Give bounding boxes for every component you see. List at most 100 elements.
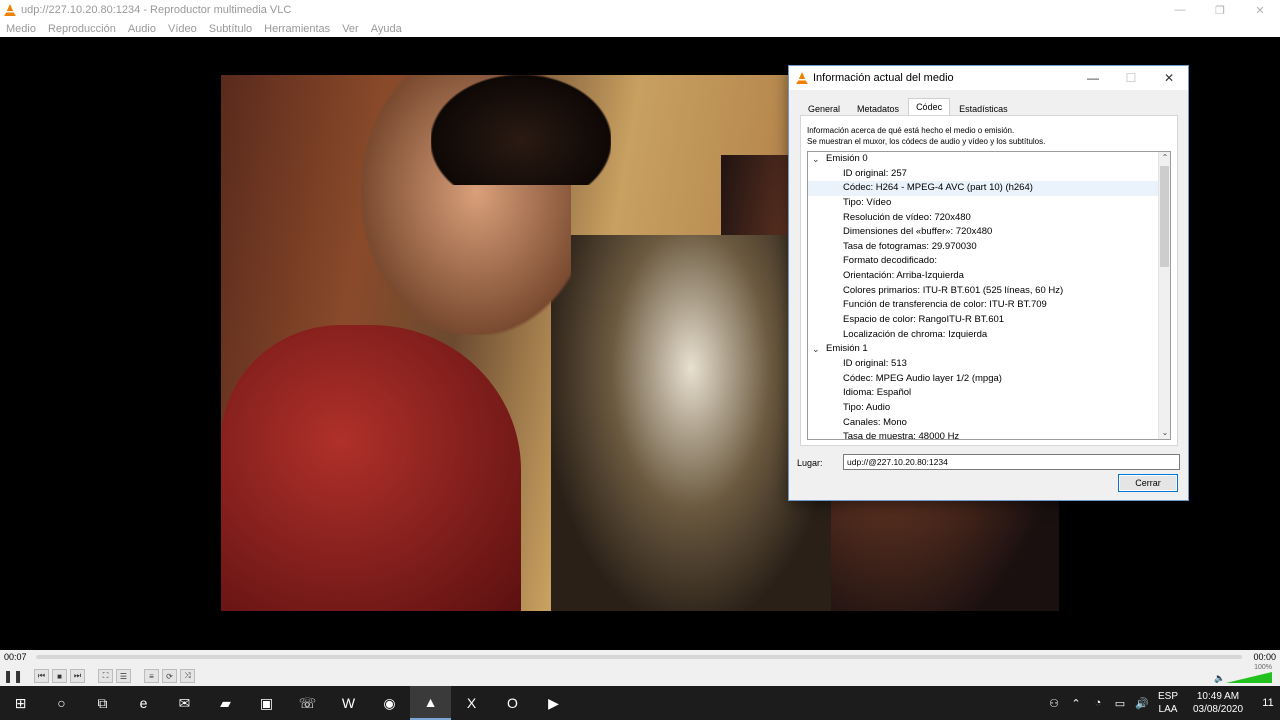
tree-rows: ⌄ Emisión 0 ID original: 257 Códec: H264 - … [808,152,1158,440]
clock[interactable]: 10:49 AM 03/08/2020 [1190,690,1246,716]
tree-item[interactable]: Tasa de muestra: 48000 Hz [808,430,1158,440]
dialog-title: Información actual del medio [813,72,954,84]
tree-scrollbar[interactable]: ⌃ ⌄ [1158,152,1170,439]
tree-group[interactable]: ⌄ Emisión 1 [808,342,1158,357]
tree-item-label: Formato decodificado: [843,255,937,267]
tree-item[interactable]: Códec: MPEG Audio layer 1/2 (mpga) [808,372,1158,387]
task-view-icon[interactable]: ⧉ [82,686,123,720]
tree-item[interactable]: Orientación: Arriba-Izquierda [808,269,1158,284]
media-info-dialog: Información actual del medio — ☐ ✕ Gener… [788,65,1189,501]
dialog-close-icon[interactable]: ✕ [1150,66,1188,90]
tab-codec[interactable]: Códec [908,98,951,116]
location-field[interactable] [843,454,1180,470]
minimize-button[interactable]: — [1160,0,1200,20]
tree-item[interactable]: Colores primarios: ITU-R BT.601 (525 lín… [808,284,1158,299]
fullscreen-button[interactable]: ⛶ [98,669,113,683]
tree-item[interactable]: Tipo: Vídeo [808,196,1158,211]
vlc-icon[interactable]: ▲ [410,686,451,720]
tree-item[interactable]: Dimensiones del «buffer»: 720x480 [808,225,1158,240]
scroll-up-icon[interactable]: ⌃ [1159,152,1170,164]
tree-item[interactable]: Resolución de vídeo: 720x480 [808,211,1158,226]
close-button[interactable]: Cerrar [1118,474,1178,492]
people-icon[interactable]: ⚇ [1044,697,1064,710]
menu-video[interactable]: Vídeo [168,23,197,35]
outlook-icon[interactable]: O [492,686,533,720]
tree-group[interactable]: ⌄ Emisión 0 [808,152,1158,167]
phone-app-icon[interactable]: ☏ [287,686,328,720]
loop-button[interactable]: ⟳ [162,669,177,683]
tree-item-label: ID original: 513 [843,357,907,369]
volume-slider[interactable]: 🔈 [1214,669,1274,684]
menu-ver[interactable]: Ver [342,23,359,35]
network-icon[interactable]: ◔ [1088,697,1108,709]
scroll-down-icon[interactable]: ⌄ [1159,427,1170,439]
screen: udp://227.10.20.80:1234 - Reproductor mu… [0,0,1280,720]
menu-ayuda[interactable]: Ayuda [371,23,402,35]
tree-item[interactable]: Tipo: Audio [808,401,1158,416]
tree-item-label: Códec: H264 - MPEG-4 AVC (part 10) (h264… [843,182,1033,194]
menu-reproduccion[interactable]: Reproducción [48,23,116,35]
tree-item[interactable]: Idioma: Español [808,386,1158,401]
tree-item[interactable]: Función de transferencia de color: ITU-R… [808,298,1158,313]
tree-item[interactable]: Formato decodificado: [808,254,1158,269]
tree-item[interactable]: Canales: Mono [808,416,1158,431]
show-hidden-icons-icon[interactable]: ⌃ [1066,697,1086,710]
tree-item-label: Orientación: Arriba-Izquierda [843,270,964,282]
notification-center-icon[interactable]: 11 [1256,697,1280,709]
mail-icon[interactable]: ✉ [164,686,205,720]
dialog-minimize-button[interactable]: — [1074,66,1112,90]
tab-estadisticas[interactable]: Estadísticas [951,100,1016,116]
volume-control[interactable]: 100% 🔈 [1214,664,1274,684]
speaker-icon[interactable]: 🔊 [1132,697,1152,710]
tree-item-label: ID original: 257 [843,167,907,179]
windows-start-icon[interactable]: ⊞ [0,686,41,720]
keyboard-layout: LAA [1158,704,1178,715]
chevron-down-icon[interactable]: ⌄ [812,152,820,167]
menu-medio[interactable]: Medio [6,23,36,35]
chrome-icon[interactable]: ◉ [369,686,410,720]
extended-settings-button[interactable]: ☰ [116,669,131,683]
store-icon[interactable]: ▣ [246,686,287,720]
excel-icon[interactable]: X [451,686,492,720]
cortana-icon[interactable]: ○ [41,686,82,720]
chevron-down-icon[interactable]: ⌄ [812,342,820,357]
previous-button[interactable]: ⏮ [34,669,49,683]
vlc-cone-icon [796,72,808,84]
codec-tree[interactable]: ⌄ Emisión 0 ID original: 257 Códec: H264 - … [807,151,1171,440]
tab-general[interactable]: General [800,100,848,116]
dialog-tabs: General Metadatos Códec Estadísticas [800,98,1017,116]
close-window-button[interactable]: ✕ [1240,0,1280,20]
volume-percent: 100% [1254,664,1272,671]
tree-item-label: Emisión 0 [826,153,868,164]
menu-subtitulo[interactable]: Subtítulo [209,23,252,35]
tree-item[interactable]: Códec: H264 - MPEG-4 AVC (part 10) (h264… [808,181,1158,196]
edge-icon[interactable]: e [123,686,164,720]
windows-taskbar: ⊞ ○ ⧉ e ✉ ▰ ▣ ☏ W ◉ ▲ X O ▶ ⚇ ⌃ ◔ ▭ 🔊 ESP LAA 10:49 A… [0,686,1280,720]
tree-item-label: Tasa de muestra: 48000 Hz [843,431,960,440]
tree-item[interactable]: ID original: 257 [808,167,1158,182]
playback-controls: ❚❚ ⏮ ■ ⏭ ⛶ ☰ ≡ ⟳ ⤨ [0,666,1280,686]
stop-button[interactable]: ■ [52,669,67,683]
shuffle-button[interactable]: ⤨ [180,669,195,683]
menu-bar: Medio Reproducción Audio Vídeo Subtítulo… [0,20,1280,37]
file-explorer-icon[interactable]: ▰ [205,686,246,720]
menu-audio[interactable]: Audio [128,23,156,35]
playlist-button[interactable]: ≡ [144,669,159,683]
pause-button[interactable]: ❚❚ [3,668,23,684]
seek-bar-area: 00:07 00:00 [0,650,1280,666]
maximize-button[interactable]: ❐ [1200,0,1240,20]
tab-metadatos[interactable]: Metadatos [849,100,907,116]
media-app-icon[interactable]: ▶ [533,686,574,720]
tree-item[interactable]: Espacio de color: RangoITU-R BT.601 [808,313,1158,328]
next-button[interactable]: ⏭ [70,669,85,683]
seek-slider[interactable] [36,655,1242,659]
tree-item[interactable]: Tasa de fotogramas: 29.970030 [808,240,1158,255]
tree-item[interactable]: ID original: 513 [808,357,1158,372]
scroll-thumb[interactable] [1160,166,1169,267]
word-icon[interactable]: W [328,686,369,720]
tree-item[interactable]: Localización de chroma: Izquierda [808,328,1158,343]
input-language[interactable]: ESP LAA [1154,690,1182,716]
vlc-title-bar: udp://227.10.20.80:1234 - Reproductor mu… [0,0,1280,20]
menu-herramientas[interactable]: Herramientas [264,23,330,35]
battery-icon[interactable]: ▭ [1110,697,1130,710]
